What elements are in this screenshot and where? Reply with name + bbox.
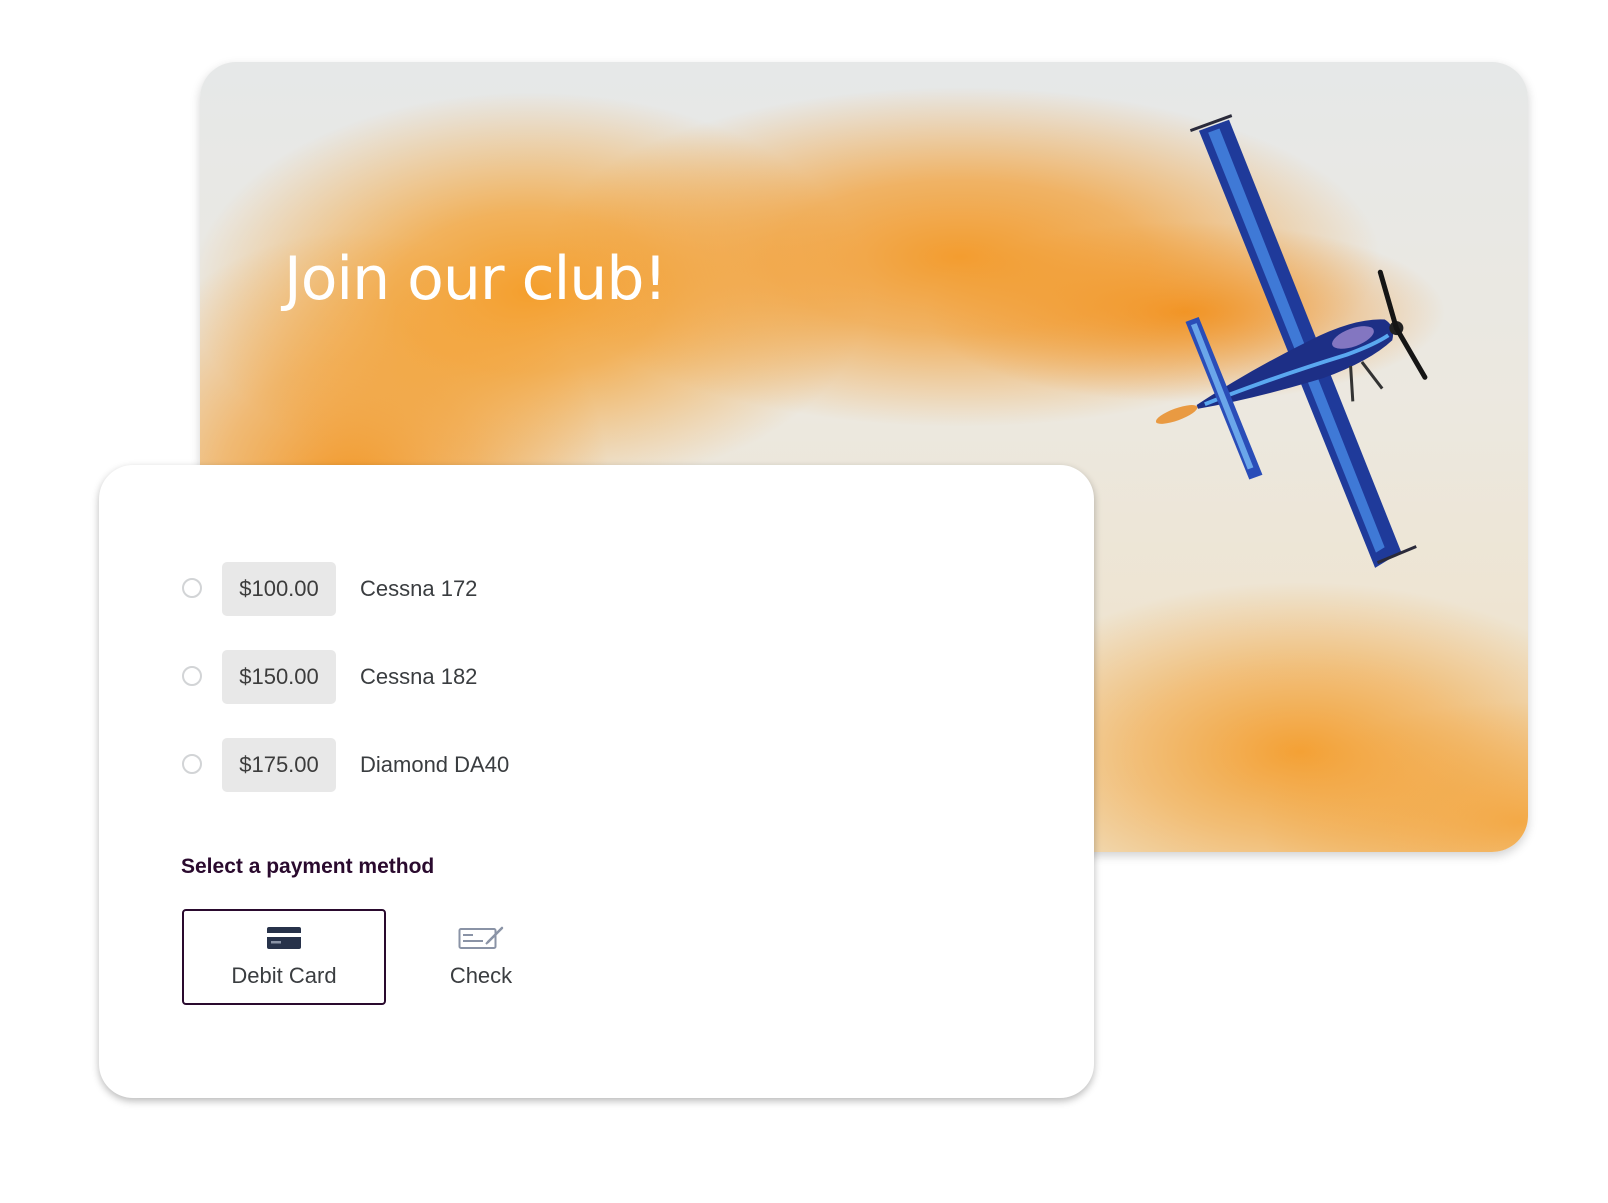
plan-radio[interactable] xyxy=(182,666,202,686)
hero-title: Join our club! xyxy=(284,244,667,314)
check-icon xyxy=(458,926,504,949)
price-badge: $175.00 xyxy=(222,738,336,792)
plan-option-diamond-da40[interactable]: $175.00 Diamond DA40 xyxy=(99,738,799,792)
check-label: Check xyxy=(449,963,513,988)
aircraft-label: Cessna 172 xyxy=(360,576,478,601)
plan-radio[interactable] xyxy=(182,754,202,774)
aircraft-label: Cessna 182 xyxy=(360,664,478,689)
debit-card-label: Debit Card xyxy=(231,963,337,988)
page: Join our club! $100.00 Cessna 172 $150.0… xyxy=(0,0,1608,1203)
plan-option-cessna-182[interactable]: $150.00 Cessna 182 xyxy=(99,650,799,704)
airplane-illustration xyxy=(1155,114,1428,568)
price-badge: $100.00 xyxy=(222,562,336,616)
aircraft-label: Diamond DA40 xyxy=(360,752,510,777)
plan-option-cessna-172[interactable]: $100.00 Cessna 172 xyxy=(99,562,799,616)
debit-card-option[interactable]: Debit Card xyxy=(182,909,386,1005)
payment-method-heading: Select a payment method xyxy=(181,855,435,878)
plan-radio[interactable] xyxy=(182,578,202,598)
check-option[interactable]: Check xyxy=(379,909,583,1005)
membership-form: $100.00 Cessna 172 $150.00 Cessna 182 $1… xyxy=(99,465,1094,1098)
price-badge: $150.00 xyxy=(222,650,336,704)
debit-card-icon xyxy=(267,927,301,949)
